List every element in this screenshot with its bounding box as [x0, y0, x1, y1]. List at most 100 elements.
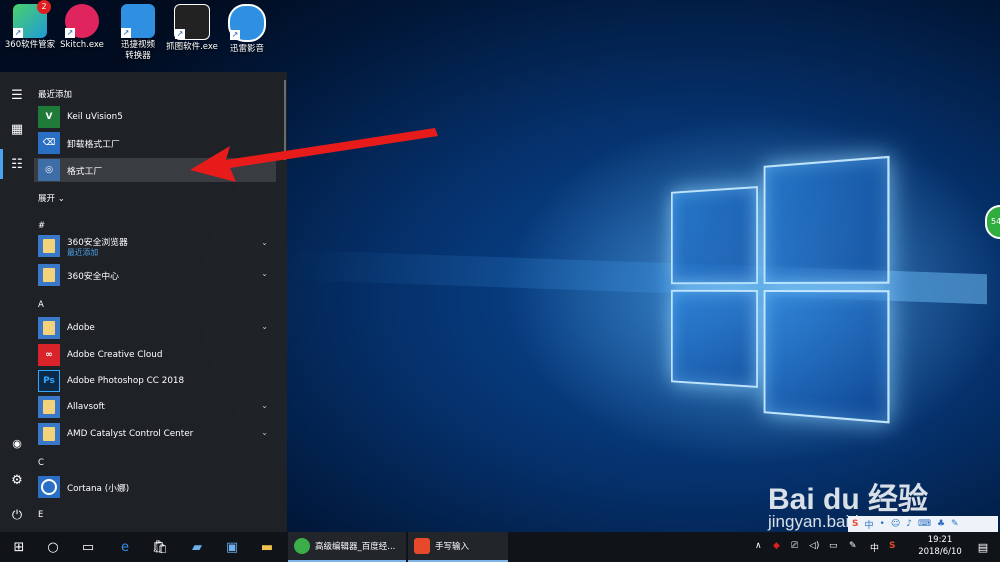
chrome-icon: [294, 538, 310, 554]
task-label: 高级编辑器_百度经...: [315, 542, 396, 552]
app-item-allavsoft[interactable]: Allavsoft ⌄: [34, 395, 276, 419]
desktop-icon-360-software-manager[interactable]: 2 ↗ 360软件管家: [0, 0, 60, 51]
app-item-adobe-creative-cloud[interactable]: ∞ Adobe Creative Cloud: [34, 343, 276, 367]
all-apps-list-icon[interactable]: ☷: [0, 149, 34, 179]
battery-icon[interactable]: ▭: [829, 541, 838, 551]
creative-cloud-icon: ∞: [38, 344, 60, 366]
desktop-icon-label: 迅捷视频转换器: [120, 40, 155, 61]
video-converter-icon: ↗: [121, 4, 155, 38]
sogou-icon[interactable]: S: [852, 519, 858, 529]
recently-added-header: 最近添加: [38, 90, 73, 100]
section-letter-c[interactable]: C: [38, 458, 44, 468]
section-letter-a[interactable]: A: [38, 300, 44, 310]
tools-icon[interactable]: ✎: [951, 519, 959, 529]
clock-time: 19:21: [927, 535, 953, 545]
voice-icon[interactable]: ♪: [906, 519, 912, 529]
app-item-amd-catalyst[interactable]: AMD Catalyst Control Center ⌄: [34, 422, 276, 446]
app-label: 360安全中心: [67, 271, 119, 282]
task-view-icon[interactable]: ▭: [71, 532, 105, 562]
skitch-icon: ↗: [65, 4, 99, 38]
desktop-icon-label: Skitch.exe: [60, 40, 104, 50]
start-menu-rail: ☰ ▦ ☷ ◉ ⚙ ⏻: [0, 72, 34, 532]
chevron-down-icon[interactable]: ⌄: [261, 238, 268, 247]
security-shield-icon[interactable]: ◆: [773, 541, 780, 551]
user-account-icon[interactable]: ◉: [0, 428, 34, 458]
section-letter-hash[interactable]: #: [38, 221, 45, 231]
desktop-icon-skitch[interactable]: ↗ Skitch.exe: [52, 4, 112, 51]
pc-manager-icon[interactable]: ▰: [180, 532, 214, 562]
app-label: Keil uVision5: [67, 112, 123, 122]
app-item-photoshop[interactable]: Ps Adobe Photoshop CC 2018: [34, 369, 276, 393]
360-software-manager-icon: 2 ↗: [13, 0, 51, 38]
tiles-view-icon[interactable]: ▦: [0, 114, 34, 144]
expand-label: 展开: [38, 194, 56, 204]
folder-icon: [38, 396, 60, 418]
uninstall-icon: ⌫: [38, 132, 60, 154]
chevron-down-icon[interactable]: ⌄: [261, 269, 268, 278]
sogou-tray-icon[interactable]: S: [889, 541, 895, 551]
folder-icon: [38, 264, 60, 286]
taskbar-task-handwriting[interactable]: 手写输入: [408, 532, 508, 562]
chevron-down-icon[interactable]: ⌄: [261, 322, 268, 331]
expand-toggle[interactable]: 展开 ⌄: [38, 192, 65, 204]
chevron-down-icon[interactable]: ⌄: [261, 401, 268, 410]
camera-icon: ↗: [174, 4, 210, 40]
ime-indicator[interactable]: 中: [870, 541, 879, 554]
app-item-360-security-center[interactable]: 360安全中心 ⌄: [34, 263, 276, 287]
taskbar-task-chrome[interactable]: 高级编辑器_百度经...: [288, 532, 406, 562]
app-label: 格式工厂: [67, 166, 103, 177]
floating-ball-widget[interactable]: 54: [985, 205, 1000, 239]
app-item-cortana[interactable]: Cortana (小娜): [34, 475, 276, 499]
clock[interactable]: 19:21 2018/6/10: [910, 534, 970, 558]
ime-toolbar[interactable]: S 中 • ☺ ♪ ⌨ ♣ ✎: [848, 516, 998, 532]
notification-badge: 2: [37, 0, 51, 14]
desktop-icon-label: 抓图软件.exe: [166, 42, 218, 52]
settings-gear-icon[interactable]: ⚙: [0, 465, 34, 495]
file-explorer-icon[interactable]: ▬: [250, 532, 284, 562]
keyboard-icon[interactable]: ⌨: [918, 519, 931, 529]
desktop-icon-label: 360软件管家: [4, 40, 56, 50]
annotation-arrow: [190, 128, 438, 182]
task-label: 手写输入: [435, 542, 470, 552]
remote-desktop-icon[interactable]: ▣: [215, 532, 249, 562]
hamburger-menu-icon[interactable]: ☰: [0, 80, 34, 110]
xunlei-player-icon: ↗: [228, 4, 266, 42]
clock-date: 2018/6/10: [918, 547, 962, 557]
desktop-icon-label: 迅雷影音: [229, 44, 264, 54]
sogou-icon: [414, 538, 430, 554]
app-label: Allavsoft: [67, 402, 105, 412]
app-item-adobe[interactable]: Adobe ⌄: [34, 316, 276, 340]
chevron-down-icon[interactable]: ⌄: [261, 428, 268, 437]
recently-added-tag: 最近添加: [67, 248, 99, 257]
pen-icon[interactable]: ✎: [849, 541, 857, 551]
volume-icon[interactable]: ◁): [809, 541, 819, 551]
desktop-icon-xunlei-player[interactable]: ↗ 迅雷影音: [217, 4, 277, 55]
power-icon[interactable]: ⏻: [0, 500, 34, 530]
keil-icon: V: [38, 106, 60, 128]
app-item-360-browser[interactable]: 360安全浏览器 最近添加 ⌄: [34, 232, 276, 260]
cortana-icon: [38, 476, 60, 498]
chevron-down-icon: ⌄: [57, 194, 65, 204]
windows-start-icon[interactable]: ⊞: [2, 532, 36, 562]
desktop-icon-screenshot-tool[interactable]: ↗ 抓图软件.exe: [162, 4, 222, 53]
store-icon[interactable]: 🛍: [143, 532, 177, 562]
network-icon[interactable]: ⎚: [791, 541, 798, 551]
ime-mode-label[interactable]: 中: [864, 518, 873, 531]
app-label: Cortana (小娜): [67, 483, 130, 494]
app-label: 360安全浏览器: [67, 238, 128, 248]
photoshop-icon: Ps: [38, 370, 60, 392]
app-label: Adobe: [67, 323, 95, 333]
app-label: Adobe Creative Cloud: [67, 350, 163, 360]
app-label: Adobe Photoshop CC 2018: [67, 376, 185, 386]
search-icon[interactable]: ○: [36, 532, 70, 562]
format-factory-icon: ◎: [38, 159, 60, 181]
chevron-up-icon[interactable]: ∧: [755, 541, 762, 551]
edge-icon[interactable]: e: [108, 532, 142, 562]
notification-center-icon[interactable]: ▤: [968, 532, 998, 562]
folder-icon: [38, 317, 60, 339]
punctuation-icon[interactable]: •: [880, 519, 885, 529]
desktop-icon-video-converter[interactable]: ↗ 迅捷视频转换器: [108, 4, 168, 62]
emoji-icon[interactable]: ☺: [891, 519, 900, 529]
skin-icon[interactable]: ♣: [937, 519, 945, 529]
section-letter-e[interactable]: E: [38, 510, 43, 520]
